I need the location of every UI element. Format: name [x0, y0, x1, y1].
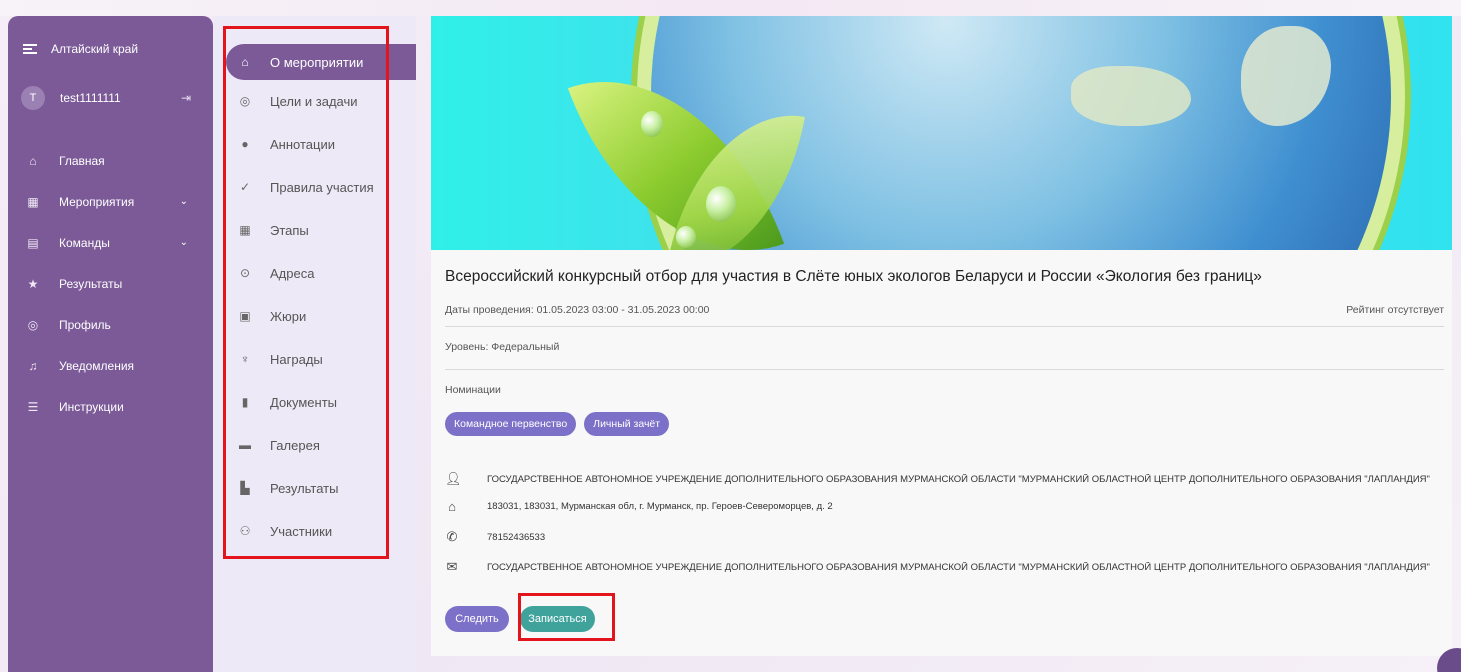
sidebar-item-label: Команды — [59, 235, 110, 250]
divider — [445, 326, 1444, 327]
event-menu-label: Аннотации — [270, 136, 335, 152]
follow-button[interactable]: Следить — [445, 606, 509, 632]
home-outline-icon: ⌂ — [29, 153, 37, 168]
event-menu-item-documents[interactable]: ▮ Документы — [226, 384, 416, 420]
event-menu-item-rules[interactable]: ✓ Правила участия — [226, 169, 416, 205]
event-menu-label: Цели и задачи — [270, 93, 358, 109]
sidebar-item-notifications[interactable]: ♫ Уведомления — [8, 345, 213, 386]
mail-icon: ✉ — [446, 559, 458, 574]
event-rating: Рейтинг отсутствует — [1346, 304, 1444, 316]
nomination-chip[interactable]: Командное первенство — [445, 412, 577, 436]
phone-icon: ✆ — [446, 529, 458, 544]
event-menu-item-goals[interactable]: ◎ Цели и задачи — [226, 83, 416, 119]
sidebar-item-label: Главная — [59, 153, 105, 168]
sidebar-item-label: Мероприятия — [59, 194, 135, 209]
event-menu-label: Результаты — [270, 480, 339, 496]
email-row: ✉ ГОСУДАРСТВЕННОЕ АВТОНОМНОЕ УЧРЕЖДЕНИЕ … — [445, 559, 1445, 575]
event-menu-item-addresses[interactable]: ⊙ Адреса — [226, 255, 416, 291]
info-icon: ● — [241, 137, 249, 151]
jury-icon: ▣ — [239, 309, 251, 323]
divider — [445, 369, 1444, 370]
list-icon: ☰ — [27, 399, 39, 414]
sidebar-item-label: Уведомления — [59, 358, 135, 373]
nominations-list: Командное первенство Личный зачёт — [445, 412, 670, 436]
chevron-down-icon: ⌄ — [179, 237, 188, 248]
event-menu: ⌂ О мероприятии ◎ Цели и задачи ● Аннота… — [213, 16, 416, 672]
document-icon: ▤ — [27, 235, 39, 250]
trophy-icon: ♆ — [240, 352, 250, 366]
image-icon: ▬ — [239, 438, 251, 452]
event-menu-label: Этапы — [270, 222, 309, 238]
sidebar-nav: ⌂ Главная ▦ Мероприятия ⌄ ▤ Команды ⌄ ★ … — [8, 140, 213, 427]
organizer-phone: 78152436533 — [487, 531, 546, 543]
event-title: Всероссийский конкурсный отбор для участ… — [445, 268, 1262, 285]
avatar[interactable]: T — [21, 86, 45, 110]
organizer-address: 183031, 183031, Мурманская обл, г. Мурма… — [487, 501, 833, 512]
location-icon: ⊙ — [239, 266, 251, 280]
sidebar-item-profile[interactable]: ◎ Профиль — [8, 304, 213, 345]
sidebar-item-instructions[interactable]: ☰ Инструкции — [8, 386, 213, 427]
event-menu-label: О мероприятии — [270, 54, 364, 70]
sidebar-item-home[interactable]: ⌂ Главная — [8, 140, 213, 181]
profile-icon: ◎ — [27, 317, 39, 332]
target-icon: ◎ — [239, 94, 251, 108]
bell-icon: ♫ — [28, 358, 38, 373]
stages-icon: ▦ — [239, 223, 251, 237]
person-icon: 👤︎ — [445, 471, 462, 486]
event-content: Всероссийский конкурсный отбор для участ… — [431, 16, 1452, 656]
event-dates: Даты проведения: 01.05.2023 03:00 - 31.0… — [445, 304, 710, 316]
event-menu-label: Правила участия — [270, 179, 374, 195]
event-menu-item-stages[interactable]: ▦ Этапы — [226, 212, 416, 248]
sidebar-user: T test1111111 ⇥ — [21, 86, 191, 110]
event-menu-item-participants[interactable]: ⚇ Участники — [226, 513, 416, 549]
event-menu-label: Жюри — [270, 308, 307, 324]
event-menu-label: Награды — [270, 351, 323, 367]
home-icon: ⌂ — [241, 55, 249, 69]
sidebar-item-label: Результаты — [59, 276, 123, 291]
chart-icon: ▙ — [240, 481, 250, 495]
organizer-name: ГОСУДАРСТВЕННОЕ АВТОНОМНОЕ УЧРЕЖДЕНИЕ ДО… — [487, 473, 1430, 485]
region-label: Алтайский край — [51, 42, 139, 56]
event-menu-item-annotations[interactable]: ● Аннотации — [226, 126, 416, 162]
event-menu-label: Документы — [270, 394, 338, 410]
event-menu-label: Галерея — [270, 437, 320, 453]
organizer-row: 👤︎ ГОСУДАРСТВЕННОЕ АВТОНОМНОЕ УЧРЕЖДЕНИЕ… — [445, 471, 1445, 487]
event-menu-item-about[interactable]: ⌂ О мероприятии — [226, 44, 416, 80]
event-banner — [431, 16, 1452, 250]
event-menu-label: Участники — [270, 523, 333, 539]
menu-icon[interactable] — [23, 44, 37, 54]
main-sidebar: Алтайский край T test1111111 ⇥ ⌂ Главная… — [8, 16, 213, 672]
user-name: test1111111 — [60, 91, 121, 105]
event-menu-item-gallery[interactable]: ▬ Галерея — [226, 427, 416, 463]
file-icon: ▮ — [241, 395, 249, 409]
event-menu-item-jury[interactable]: ▣ Жюри — [226, 298, 416, 334]
event-menu-item-awards[interactable]: ♆ Награды — [226, 341, 416, 377]
star-person-icon: ★ — [27, 276, 39, 291]
sidebar-item-label: Профиль — [59, 317, 111, 332]
sidebar-header: Алтайский край — [23, 42, 138, 56]
sidebar-item-teams[interactable]: ▤ Команды ⌄ — [8, 222, 213, 263]
calendar-icon: ▦ — [27, 194, 39, 209]
signup-button[interactable]: Записаться — [520, 606, 595, 632]
logout-icon[interactable]: ⇥ — [181, 91, 191, 105]
check-icon: ✓ — [239, 180, 251, 194]
home-icon: ⌂ — [448, 499, 456, 514]
chevron-down-icon: ⌄ — [179, 196, 188, 207]
sidebar-item-events[interactable]: ▦ Мероприятия ⌄ — [8, 181, 213, 222]
address-row: ⌂ 183031, 183031, Мурманская обл, г. Мур… — [445, 499, 1445, 514]
nominations-label: Номинации — [445, 384, 501, 396]
people-icon: ⚇ — [239, 524, 251, 538]
phone-row: ✆ 78152436533 — [445, 529, 1445, 545]
event-level: Уровень: Федеральный — [445, 341, 560, 353]
sidebar-item-results[interactable]: ★ Результаты — [8, 263, 213, 304]
organizer-email: ГОСУДАРСТВЕННОЕ АВТОНОМНОЕ УЧРЕЖДЕНИЕ ДО… — [487, 561, 1430, 573]
event-menu-item-results[interactable]: ▙ Результаты — [226, 470, 416, 506]
event-menu-label: Адреса — [270, 265, 315, 281]
nomination-chip[interactable]: Личный зачёт — [584, 412, 670, 436]
sidebar-item-label: Инструкции — [59, 399, 124, 414]
page-top-strip — [0, 0, 1461, 16]
